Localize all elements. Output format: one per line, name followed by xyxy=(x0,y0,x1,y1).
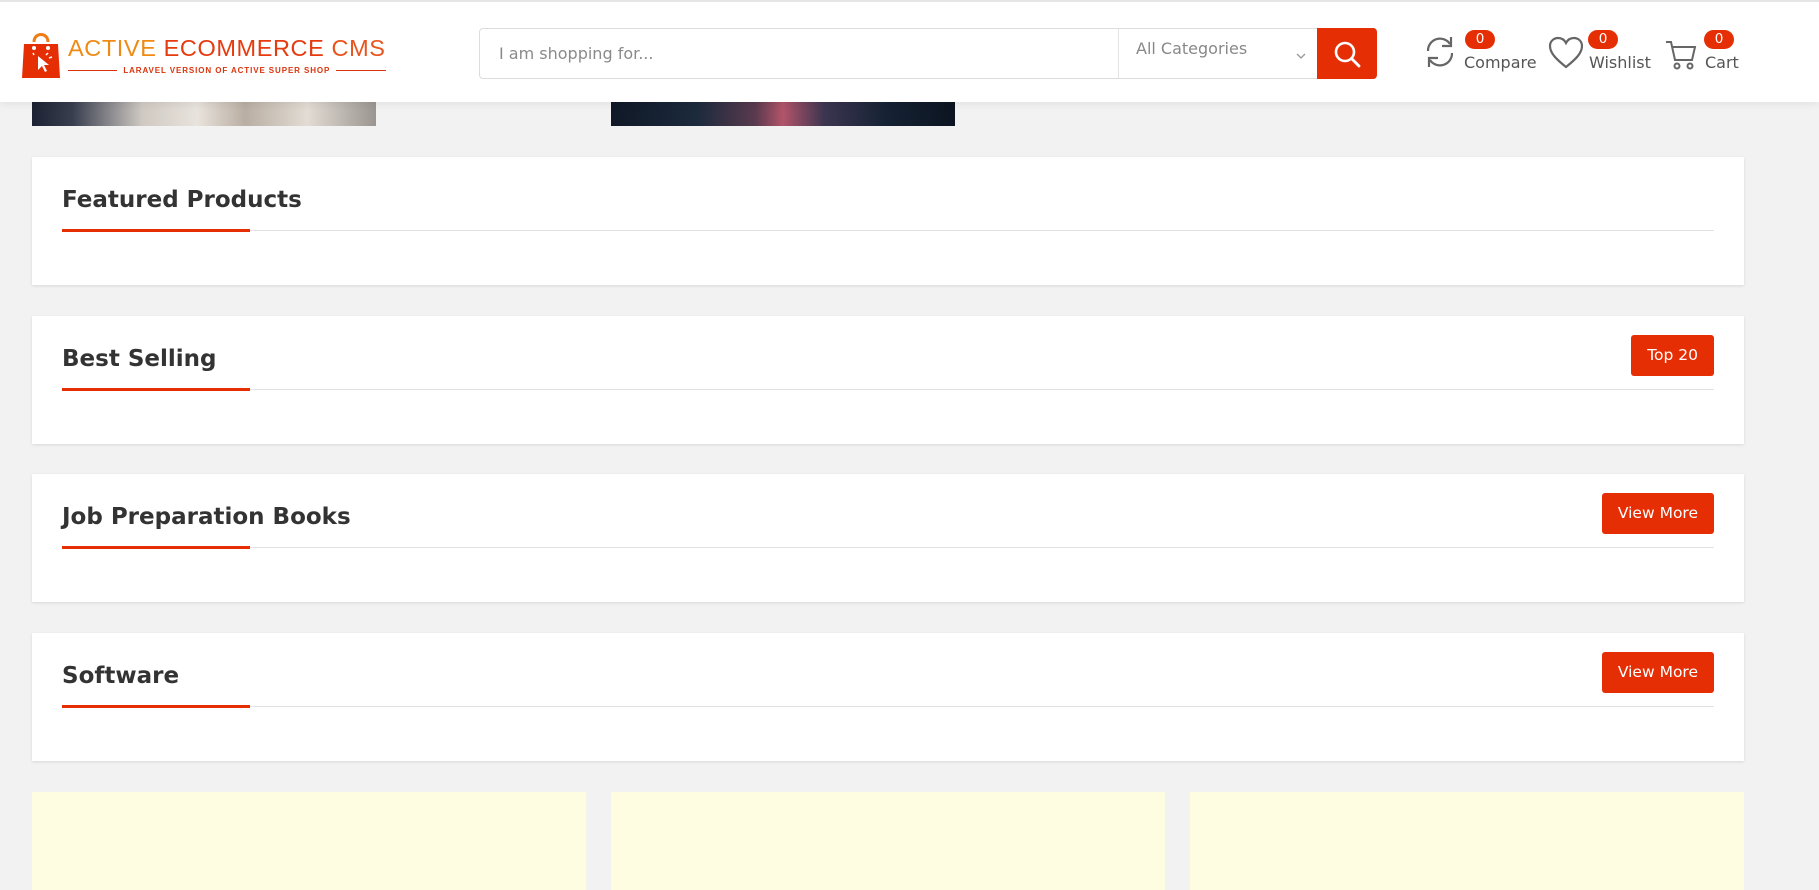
cart-label: Cart xyxy=(1705,53,1739,72)
category-select[interactable]: All Categories xyxy=(1118,29,1318,78)
search-input[interactable] xyxy=(480,29,1118,78)
promo-banner-center[interactable] xyxy=(611,792,1165,890)
site-logo[interactable]: ACTIVE ECOMMERCE CMS LARAVEL VERSION OF … xyxy=(20,28,386,80)
section-title: Best Selling xyxy=(62,346,217,372)
promo-banner-right[interactable] xyxy=(1190,792,1744,890)
search-icon xyxy=(1334,41,1361,67)
compare-label: Compare xyxy=(1464,53,1537,72)
logo-title: ACTIVE ECOMMERCE CMS xyxy=(68,35,386,61)
section-divider xyxy=(62,706,1714,707)
section-divider xyxy=(62,230,1714,231)
compare-count-badge: 0 xyxy=(1465,30,1495,49)
cart-count-badge: 0 xyxy=(1704,30,1734,49)
category-select-value: All Categories xyxy=(1136,39,1248,58)
section-divider xyxy=(62,547,1714,548)
logo-word-active: ACTIVE xyxy=(68,35,157,61)
cart-icon xyxy=(1666,41,1697,70)
software-section: Software View More xyxy=(32,633,1744,761)
logo-word-cms: CMS xyxy=(331,35,386,61)
featured-products-section: Featured Products xyxy=(32,157,1744,285)
divider xyxy=(336,69,386,71)
job-preparation-books-section: Job Preparation Books View More xyxy=(32,474,1744,602)
cart-link[interactable]: 0 Cart xyxy=(1664,30,1754,76)
compare-link[interactable]: 0 Compare xyxy=(1424,30,1537,76)
search-button[interactable] xyxy=(1317,28,1377,79)
chevron-down-icon xyxy=(1296,53,1306,59)
section-divider xyxy=(62,389,1714,390)
section-title-underline xyxy=(62,705,250,708)
logo-subtitle: LARAVEL VERSION OF ACTIVE SUPER SHOP xyxy=(123,65,331,75)
wishlist-link[interactable]: 0 Wishlist xyxy=(1548,30,1651,76)
section-title: Software xyxy=(62,663,180,689)
divider xyxy=(68,69,118,71)
site-header: ACTIVE ECOMMERCE CMS LARAVEL VERSION OF … xyxy=(0,0,1819,102)
promo-banner-left[interactable] xyxy=(32,792,586,890)
refresh-icon xyxy=(1426,37,1454,67)
view-more-button[interactable]: View More xyxy=(1601,652,1714,693)
section-title: Featured Products xyxy=(62,187,302,213)
page: ACTIVE ECOMMERCE CMS LARAVEL VERSION OF … xyxy=(0,0,1819,890)
view-more-button[interactable]: View More xyxy=(1601,493,1714,534)
heart-icon xyxy=(1548,36,1584,69)
section-title-underline xyxy=(62,229,250,232)
section-title-underline xyxy=(62,388,250,391)
section-title-underline xyxy=(62,546,250,549)
wishlist-count-badge: 0 xyxy=(1588,30,1618,49)
logo-subtitle-row: LARAVEL VERSION OF ACTIVE SUPER SHOP xyxy=(68,66,386,75)
wishlist-label: Wishlist xyxy=(1589,53,1651,72)
best-selling-section: Best Selling Top 20 xyxy=(32,316,1744,444)
section-title: Job Preparation Books xyxy=(62,504,351,530)
logo-word-ecommerce: ECOMMERCE xyxy=(163,35,325,61)
top-20-button[interactable]: Top 20 xyxy=(1631,335,1714,376)
shopping-bag-icon xyxy=(22,33,60,78)
search-bar: All Categories xyxy=(479,28,1377,79)
